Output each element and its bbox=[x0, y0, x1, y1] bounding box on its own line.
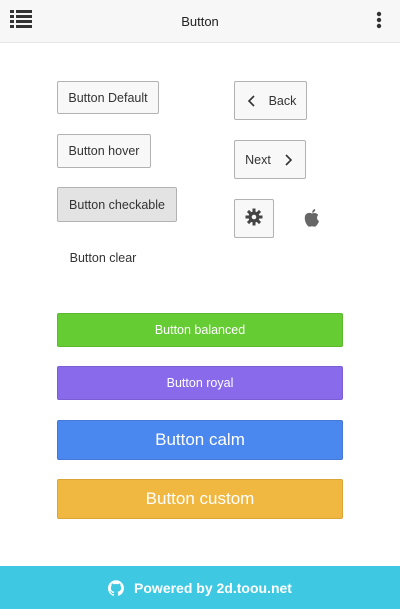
button-calm[interactable]: Button calm bbox=[57, 420, 343, 460]
button-default[interactable]: Button Default bbox=[57, 81, 159, 114]
button-balanced[interactable]: Button balanced bbox=[57, 313, 343, 347]
footer-bar[interactable]: Powered by 2d.toou.net bbox=[0, 566, 400, 609]
footer-text: Powered by 2d.toou.net bbox=[134, 579, 292, 596]
chevron-left-icon bbox=[245, 94, 259, 108]
button-royal[interactable]: Button royal bbox=[57, 366, 343, 400]
header-bar: Button bbox=[0, 0, 400, 43]
button-clear[interactable]: Button clear bbox=[57, 241, 149, 275]
kebab-icon[interactable] bbox=[372, 10, 386, 32]
settings-button[interactable] bbox=[234, 199, 274, 238]
back-button[interactable]: Back bbox=[234, 81, 307, 120]
next-button[interactable]: Next bbox=[234, 140, 306, 179]
apple-icon[interactable] bbox=[300, 204, 324, 232]
github-icon bbox=[108, 579, 125, 596]
chevron-right-icon bbox=[281, 153, 295, 167]
page-title: Button bbox=[181, 14, 219, 29]
back-label: Back bbox=[268, 93, 297, 108]
gear-icon bbox=[245, 208, 263, 229]
button-custom[interactable]: Button custom bbox=[57, 479, 343, 519]
next-label: Next bbox=[245, 152, 271, 167]
button-hover[interactable]: Button hover bbox=[57, 134, 151, 168]
button-checkable[interactable]: Button checkable bbox=[57, 187, 177, 222]
